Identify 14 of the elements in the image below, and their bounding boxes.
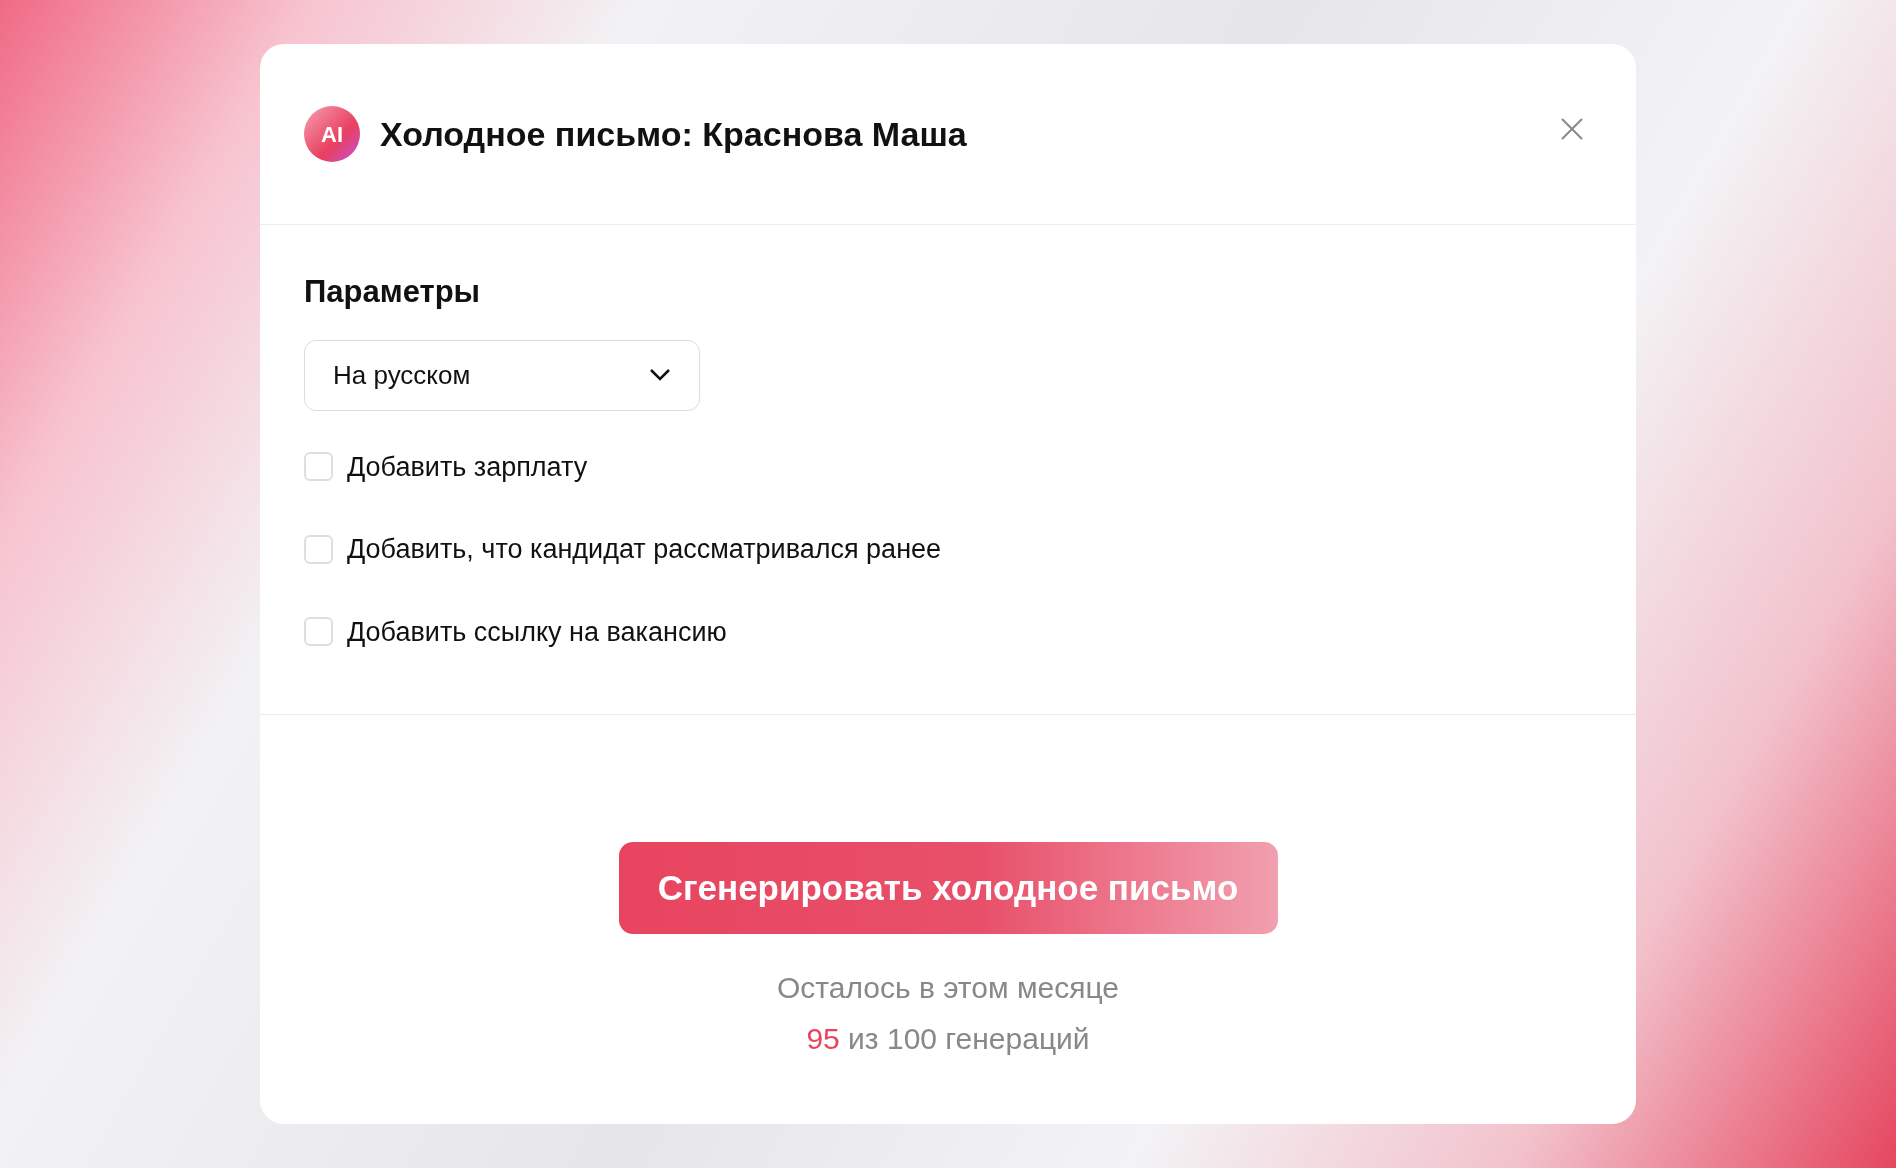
checkbox[interactable] bbox=[304, 534, 333, 564]
checkbox-label: Добавить ссылку на вакансию bbox=[347, 615, 727, 649]
quota-caption: Осталось в этом месяце bbox=[777, 970, 1119, 1006]
ai-logo: AI bbox=[304, 106, 360, 162]
section-heading: Параметры bbox=[304, 273, 482, 311]
chevron-down-icon bbox=[649, 368, 671, 382]
close-icon bbox=[1560, 117, 1584, 141]
checkbox[interactable] bbox=[304, 617, 333, 647]
quota-count-text: 95 из 100 генераций bbox=[806, 1021, 1090, 1057]
checkbox[interactable] bbox=[304, 452, 333, 482]
checkbox-label: Добавить зарплату bbox=[347, 450, 588, 484]
checkbox-label: Добавить, что кандидат рассматривался ранее bbox=[347, 533, 942, 566]
dialog-title: Холодное письмо: Краснова Маша bbox=[380, 113, 967, 155]
language-dropdown[interactable]: На русском bbox=[304, 339, 700, 411]
